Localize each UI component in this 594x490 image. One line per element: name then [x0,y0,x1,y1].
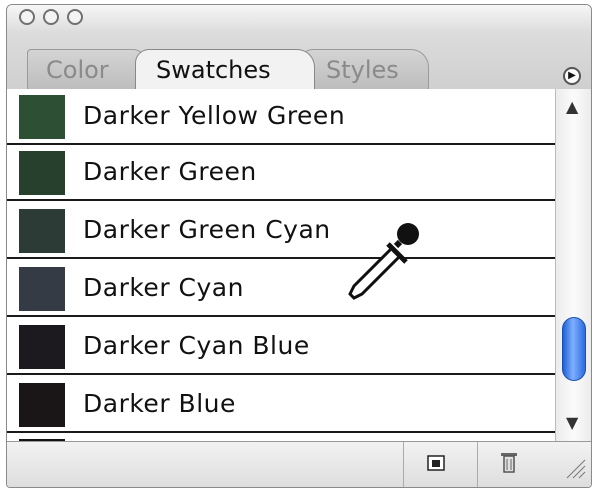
swatch-row[interactable]: Darker Green Cyan [7,203,555,259]
eyedropper-cursor-icon [348,223,419,300]
swatch-row[interactable] [7,433,555,441]
swatches-panel: Color Styles Swatches ▶ Darker Yellow Gr… [6,4,592,488]
swatch-list: Darker Yellow Green Darker Green Darker … [7,89,555,441]
swatch-chip [19,325,65,369]
swatch-row[interactable]: Darker Cyan Blue [7,319,555,375]
swatch-row[interactable]: Darker Blue [7,377,555,433]
swatch-label: Darker Cyan [83,273,244,302]
vertical-scrollbar[interactable]: ▲ ▼ [555,89,591,441]
panel-menu-icon[interactable]: ▶ [563,67,581,85]
title-bar[interactable] [7,5,591,33]
new-swatch-button[interactable] [403,442,465,487]
swatch-label: Darker Blue [83,389,236,418]
delete-swatch-button[interactable] [477,442,539,487]
swatch-row[interactable]: Darker Green [7,145,555,201]
swatch-row[interactable]: Darker Yellow Green [7,89,555,145]
swatch-chip [19,267,65,311]
tab-styles-label: Styles [326,56,399,84]
tab-swatches-label: Swatches [156,56,271,84]
tab-color[interactable]: Color [27,49,147,89]
trash-icon [501,453,517,473]
swatch-label: Darker Green Cyan [83,215,331,244]
swatch-label: Darker Green [83,157,257,186]
new-swatch-icon [427,455,445,471]
swatch-chip [19,383,65,427]
panel-footer [7,441,591,487]
scroll-up-icon[interactable]: ▲ [566,99,578,115]
swatch-label: Darker Cyan Blue [83,331,310,360]
resize-grip-icon[interactable] [563,456,587,480]
close-icon[interactable] [19,9,35,25]
scroll-thumb[interactable] [562,317,586,381]
swatch-chip [19,151,65,195]
tab-styles[interactable]: Styles [299,49,429,89]
zoom-icon[interactable] [67,9,83,25]
swatch-chip [19,209,65,253]
tab-color-label: Color [46,56,109,84]
swatch-chip [19,95,65,139]
swatch-label: Darker Yellow Green [83,101,346,130]
scroll-down-icon[interactable]: ▼ [566,415,578,431]
tab-swatches[interactable]: Swatches [135,49,315,89]
minimize-icon[interactable] [43,9,59,25]
swatch-row[interactable]: Darker Cyan [7,261,555,317]
tab-strip: Color Styles Swatches [7,33,591,89]
